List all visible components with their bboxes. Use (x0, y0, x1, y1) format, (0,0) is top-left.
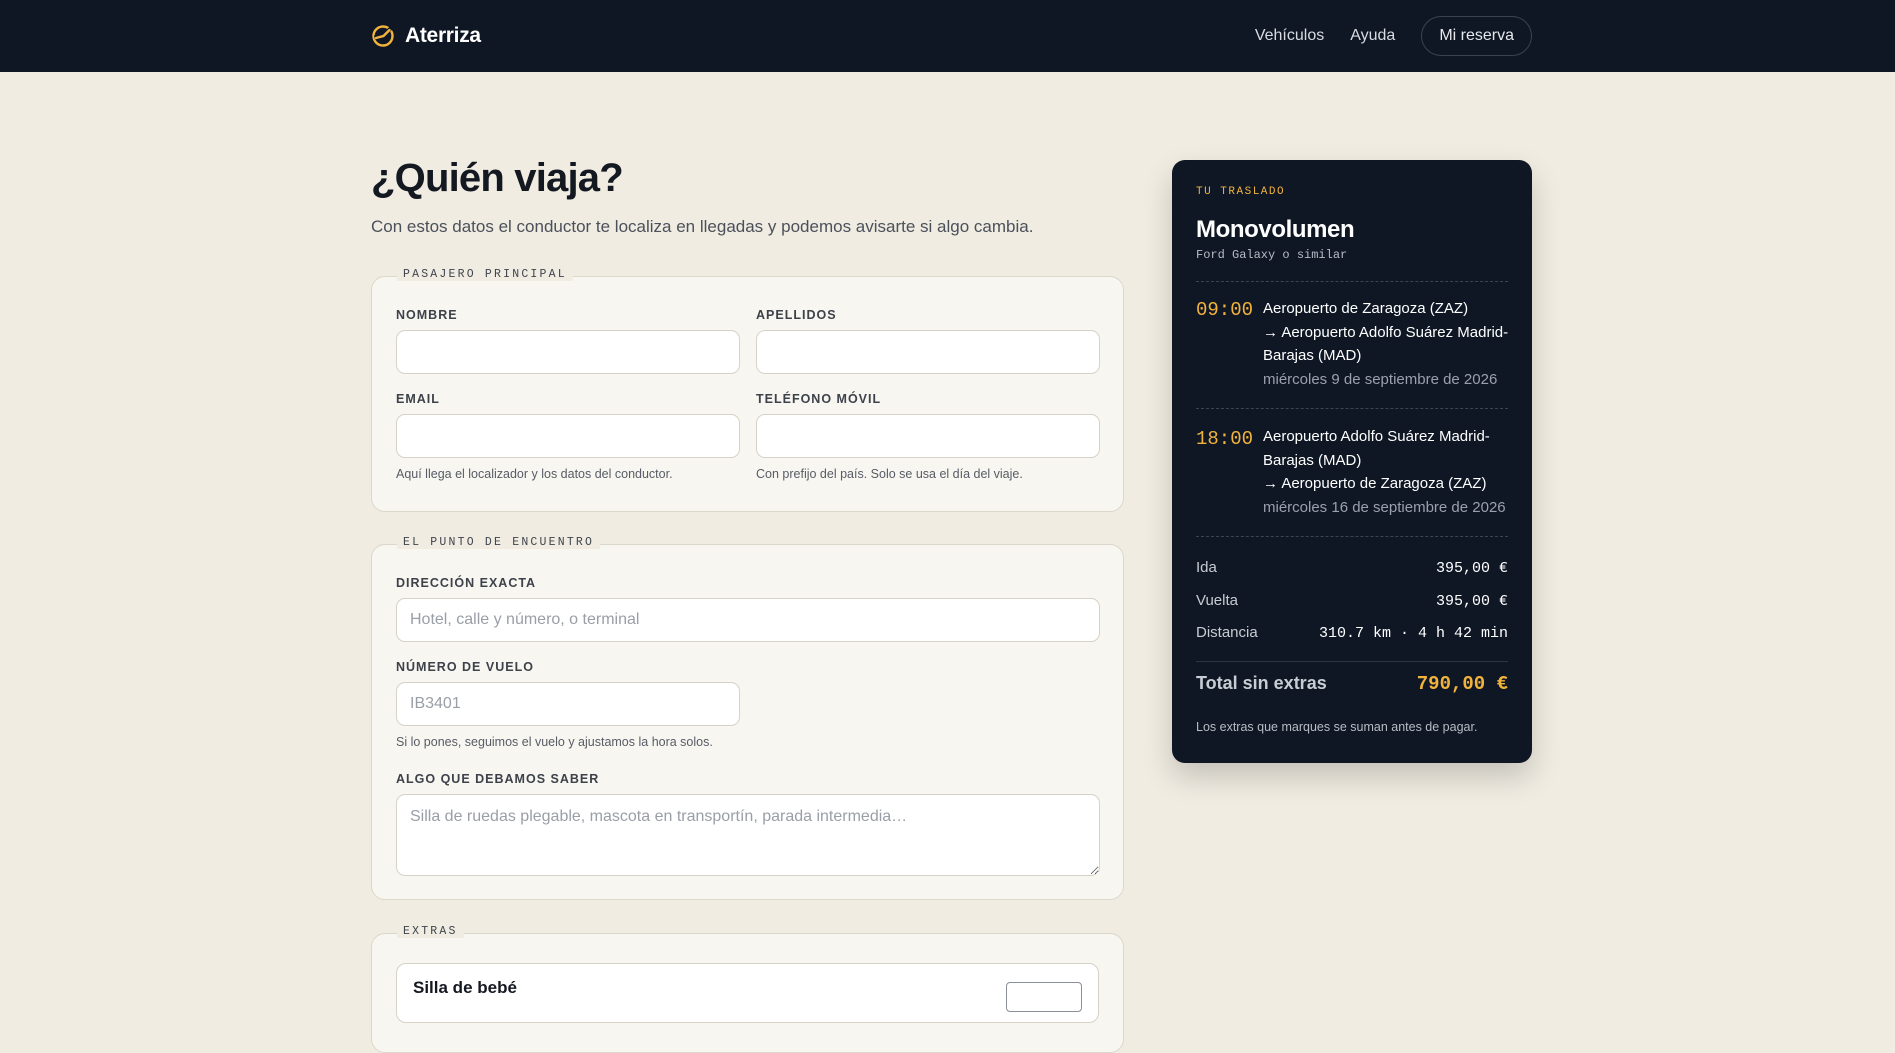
name-input[interactable] (396, 330, 740, 374)
price-value: 395,00 € (1435, 560, 1508, 577)
phone-input[interactable] (756, 414, 1100, 458)
passenger-legend: PASAJERO PRINCIPAL (397, 268, 573, 281)
price-label: Distancia (1196, 624, 1258, 641)
address-input[interactable] (396, 598, 1100, 642)
my-reservation-button[interactable]: Mi reserva (1421, 16, 1532, 56)
summary-divider (1196, 536, 1508, 537)
extra-quantity-control[interactable] (1006, 982, 1082, 1012)
email-hint: Aquí llega el localizador y los datos de… (396, 467, 673, 481)
price-row-ida: Ida 395,00 € (1196, 559, 1508, 577)
summary-divider (1196, 408, 1508, 409)
total-label: Total sin extras (1196, 673, 1327, 693)
meeting-legend: EL PUNTO DE ENCUENTRO (397, 536, 601, 549)
summary-vehicle-similar: Ford Galaxy o similar (1196, 248, 1348, 262)
trip-outbound-to: → Aeropuerto Adolfo Suárez Madrid-Baraja… (1263, 323, 1509, 365)
total-row: Total sin extras 790,00 € (1196, 673, 1508, 695)
surname-label: APELLIDOS (756, 308, 837, 322)
passenger-section: PASAJERO PRINCIPAL NOMBRE APELLIDOS EMAI… (371, 268, 1124, 512)
name-label: NOMBRE (396, 308, 458, 322)
phone-hint: Con prefijo del país. Solo se usa el día… (756, 467, 1023, 481)
email-label: EMAIL (396, 392, 440, 406)
summary-note: Los extras que marques se suman antes de… (1196, 720, 1478, 734)
price-label: Vuelta (1196, 592, 1238, 609)
trip-return-from: Aeropuerto Adolfo Suárez Madrid-Barajas … (1263, 428, 1490, 469)
trip-outbound-info: Aeropuerto de Zaragoza (ZAZ) → Aeropuert… (1263, 297, 1513, 391)
extras-section: EXTRAS Silla de bebé (371, 925, 1124, 1053)
flight-number-input[interactable] (396, 682, 740, 726)
brand-logo[interactable]: Aterriza (371, 24, 481, 48)
trip-outbound-from: Aeropuerto de Zaragoza (ZAZ) (1263, 300, 1469, 317)
price-value: 395,00 € (1435, 593, 1508, 610)
surname-input[interactable] (756, 330, 1100, 374)
trip-return-info: Aeropuerto Adolfo Suárez Madrid-Barajas … (1263, 425, 1513, 519)
price-value: 310.7 km · 4 h 42 min (1318, 625, 1508, 642)
summary-divider (1196, 661, 1508, 662)
total-value: 790,00 € (1416, 673, 1508, 695)
price-label: Ida (1196, 559, 1217, 576)
trip-return-time: 18:00 (1196, 428, 1254, 450)
email-input[interactable] (396, 414, 740, 458)
trip-outbound-time: 09:00 (1196, 299, 1254, 321)
price-row-vuelta: Vuelta 395,00 € (1196, 592, 1508, 610)
booking-summary: TU TRASLADO Monovolumen Ford Galaxy o si… (1172, 160, 1532, 763)
flight-hint: Si lo pones, seguimos el vuelo y ajustam… (396, 735, 713, 749)
summary-divider (1196, 281, 1508, 282)
address-label: DIRECCIÓN EXACTA (396, 576, 537, 590)
flight-label: NÚMERO DE VUELO (396, 660, 534, 674)
brand-name: Aterriza (405, 24, 481, 47)
nav-link-vehiculos[interactable]: Vehículos (1255, 27, 1324, 45)
trip-return-to: → Aeropuerto de Zaragoza (ZAZ) (1263, 475, 1487, 492)
summary-eyebrow: TU TRASLADO (1196, 186, 1286, 198)
trip-outbound-date: miércoles 9 de septiembre de 2026 (1263, 370, 1498, 388)
notes-label: ALGO QUE DEBAMOS SABER (396, 772, 600, 786)
top-navbar: Aterriza Vehículos Ayuda Mi reserva (0, 0, 1895, 72)
nav-link-ayuda[interactable]: Ayuda (1350, 27, 1395, 45)
page-title: ¿Quién viaja? (371, 156, 624, 200)
extra-item-name: Silla de bebé (413, 978, 517, 997)
extras-legend: EXTRAS (397, 925, 464, 938)
summary-vehicle: Monovolumen (1196, 216, 1355, 243)
price-row-distance: Distancia 310.7 km · 4 h 42 min (1196, 624, 1508, 642)
brand-icon (372, 25, 394, 47)
meeting-point-section: EL PUNTO DE ENCUENTRO DIRECCIÓN EXACTA N… (371, 536, 1124, 900)
trip-return-date: miércoles 16 de septiembre de 2026 (1263, 498, 1506, 516)
extra-item-baby-seat[interactable]: Silla de bebé (396, 963, 1099, 1023)
notes-textarea[interactable] (396, 794, 1100, 876)
phone-label: TELÉFONO MÓVIL (756, 392, 882, 406)
page-subtitle: Con estos datos el conductor te localiza… (371, 217, 1034, 236)
